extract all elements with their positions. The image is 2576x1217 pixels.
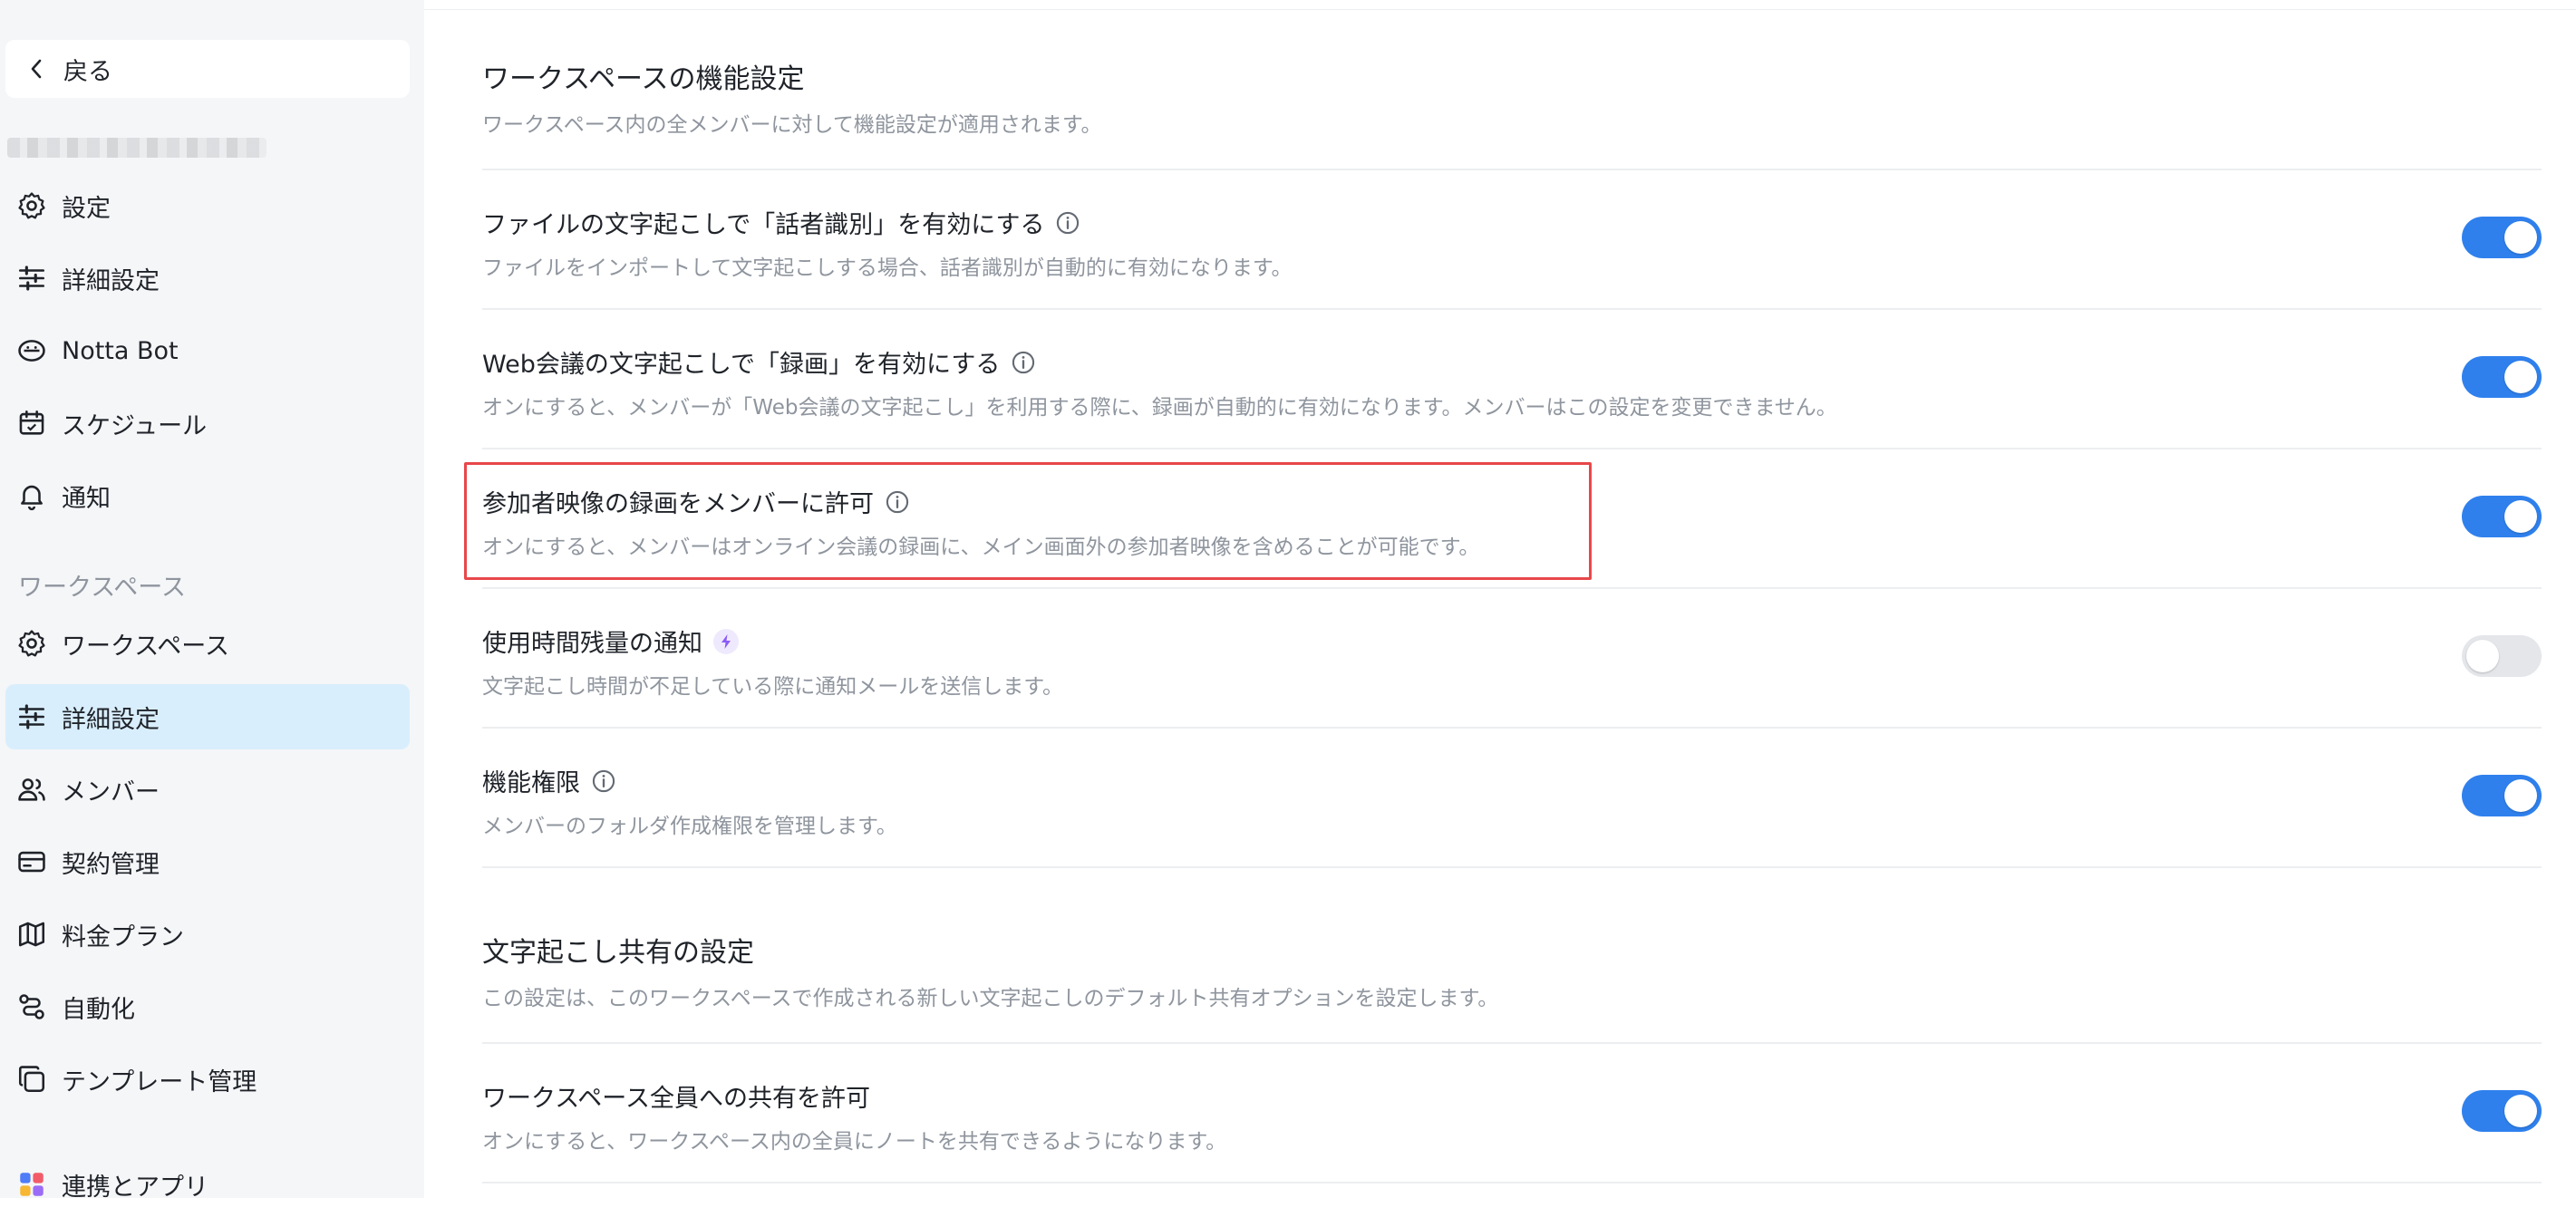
setting-title: 機能権限 [482, 763, 616, 798]
toggle-switch[interactable] [2462, 635, 2542, 677]
automation-icon [19, 994, 44, 1019]
divider [482, 1182, 2542, 1183]
sidebar-item-label: 自動化 [62, 995, 135, 1024]
toggle-knob [2504, 1095, 2537, 1127]
setting-row-web-recording: Web会議の文字起こしで「録画」を有効にする オンにすると、メンバーが「Web会… [482, 308, 2542, 448]
divider [482, 866, 2542, 868]
sidebar-item-schedule[interactable]: スケジュール [5, 391, 410, 456]
toggle-switch[interactable] [2462, 1090, 2542, 1132]
apps-icon [20, 1173, 44, 1196]
template-icon [18, 1066, 45, 1093]
calendar-icon [19, 410, 44, 435]
toggle-switch[interactable] [2462, 775, 2542, 816]
info-icon[interactable] [1055, 210, 1080, 236]
sidebar-item-label: テンプレート管理 [62, 1067, 257, 1096]
toggle-switch[interactable] [2462, 496, 2542, 537]
account-name-blurred [7, 138, 266, 158]
feature-section-title: ワークスペースの機能設定 [482, 63, 805, 95]
setting-desc: オンにすると、メンバーが「Web会議の文字起こし」を利用する際に、録画が自動的に… [482, 396, 1837, 420]
bot-icon [18, 340, 45, 362]
toggle-knob [2466, 640, 2499, 672]
setting-title: 使用時間残量の通知 [482, 623, 739, 659]
sidebar-item-integrations[interactable]: 連携とアプリ [5, 1152, 410, 1217]
gear-icon [18, 630, 45, 657]
bell-icon [21, 485, 43, 511]
highlight-box [464, 462, 1592, 580]
share-section-title: 文字起こし共有の設定 [482, 937, 754, 969]
setting-title-text: ワークスペース全員への共有を許可 [482, 1085, 870, 1113]
sidebar-item-label: 詳細設定 [62, 705, 160, 734]
setting-title: ワークスペース全員への共有を許可 [482, 1078, 870, 1114]
toggle-switch[interactable] [2462, 217, 2542, 258]
map-icon [18, 922, 45, 947]
gear-icon [18, 192, 45, 219]
setting-desc: 文字起こし時間が不足している際に通知メールを送信します。 [482, 675, 1064, 699]
info-icon[interactable] [1011, 350, 1036, 375]
sidebar-item-notta-bot[interactable]: Notta Bot [5, 318, 410, 383]
sliders-icon [18, 266, 45, 291]
toggle-knob [2504, 361, 2537, 393]
sidebar-item-label: 契約管理 [62, 850, 160, 879]
sidebar-item-contract[interactable]: 契約管理 [5, 829, 410, 894]
toggle-knob [2504, 221, 2537, 254]
sidebar-item-members[interactable]: メンバー [5, 757, 410, 822]
setting-title-text: ファイルの文字起こしで「話者識別」を有効にする [482, 211, 1045, 239]
sidebar-item-label: 通知 [62, 484, 111, 513]
setting-title-text: 機能権限 [482, 769, 580, 797]
setting-title-text: 使用時間残量の通知 [482, 630, 702, 658]
toggle-knob [2504, 500, 2537, 533]
divider [424, 9, 2576, 10]
sliders-icon [18, 704, 45, 729]
users-icon [18, 778, 45, 801]
sidebar-item-settings[interactable]: 設定 [5, 173, 410, 238]
setting-title: Web会議の文字起こしで「録画」を有効にする [482, 344, 1036, 380]
chevron-left-icon [31, 59, 42, 79]
toggle-knob [2504, 779, 2537, 812]
sidebar-item-workspace-advanced-settings[interactable]: 詳細設定 [5, 684, 410, 749]
back-button[interactable]: 戻る [5, 40, 410, 98]
setting-title: ファイルの文字起こしで「話者識別」を有効にする [482, 205, 1080, 240]
sidebar-item-label: Notta Bot [62, 336, 179, 365]
sidebar-item-label: スケジュール [62, 411, 208, 440]
feature-section-desc: ワークスペース内の全メンバーに対して機能設定が適用されます。 [482, 113, 1102, 137]
setting-row-share-all: ワークスペース全員への共有を許可 オンにすると、ワークスペース内の全員にノートを… [482, 1042, 2542, 1182]
sidebar-item-advanced-settings[interactable]: 詳細設定 [5, 246, 410, 311]
sidebar-item-workspace[interactable]: ワークスペース [5, 611, 410, 676]
card-icon [18, 851, 45, 873]
setting-desc: オンにすると、ワークスペース内の全員にノートを共有できるようになります。 [482, 1130, 1227, 1154]
bolt-icon [713, 628, 739, 654]
sidebar-item-label: 詳細設定 [62, 266, 160, 295]
sidebar-item-label: 連携とアプリ [62, 1173, 208, 1202]
main-content: ワークスペースの機能設定 ワークスペース内の全メンバーに対して機能設定が適用され… [424, 0, 2576, 1198]
sidebar-item-notifications[interactable]: 通知 [5, 463, 410, 528]
info-icon[interactable] [591, 768, 616, 794]
sidebar-item-automation[interactable]: 自動化 [5, 974, 410, 1039]
sidebar-section-workspace: ワークスペース [18, 574, 186, 602]
toggle-switch[interactable] [2462, 356, 2542, 398]
sidebar-item-label: 料金プラン [62, 922, 184, 951]
setting-row-speaker-id: ファイルの文字起こしで「話者識別」を有効にする ファイルをインポートして文字起こ… [482, 169, 2542, 308]
sidebar-item-label: ワークスペース [62, 632, 229, 661]
setting-row-usage-notice: 使用時間残量の通知 文字起こし時間が不足している際に通知メールを送信します。 [482, 587, 2542, 727]
setting-desc: メンバーのフォルダ作成権限を管理します。 [482, 815, 897, 838]
sidebar-item-label: 設定 [62, 194, 111, 223]
setting-row-permissions: 機能権限 メンバーのフォルダ作成権限を管理します。 [482, 727, 2542, 866]
sidebar-item-pricing[interactable]: 料金プラン [5, 902, 410, 967]
sidebar: 戻る 設定 詳細設定 Notta Bot スケジュール 通知 ワークスペース ワ… [0, 0, 424, 1202]
sidebar-item-templates[interactable]: テンプレート管理 [5, 1047, 410, 1112]
setting-desc: ファイルをインポートして文字起こしする場合、話者識別が自動的に有効になります。 [482, 256, 1293, 280]
share-section-desc: この設定は、このワークスペースで作成される新しい文字起こしのデフォルト共有オプシ… [482, 987, 1499, 1010]
setting-title-text: Web会議の文字起こしで「録画」を有効にする [482, 351, 1001, 379]
sidebar-item-label: メンバー [62, 778, 160, 807]
back-label: 戻る [63, 57, 112, 86]
